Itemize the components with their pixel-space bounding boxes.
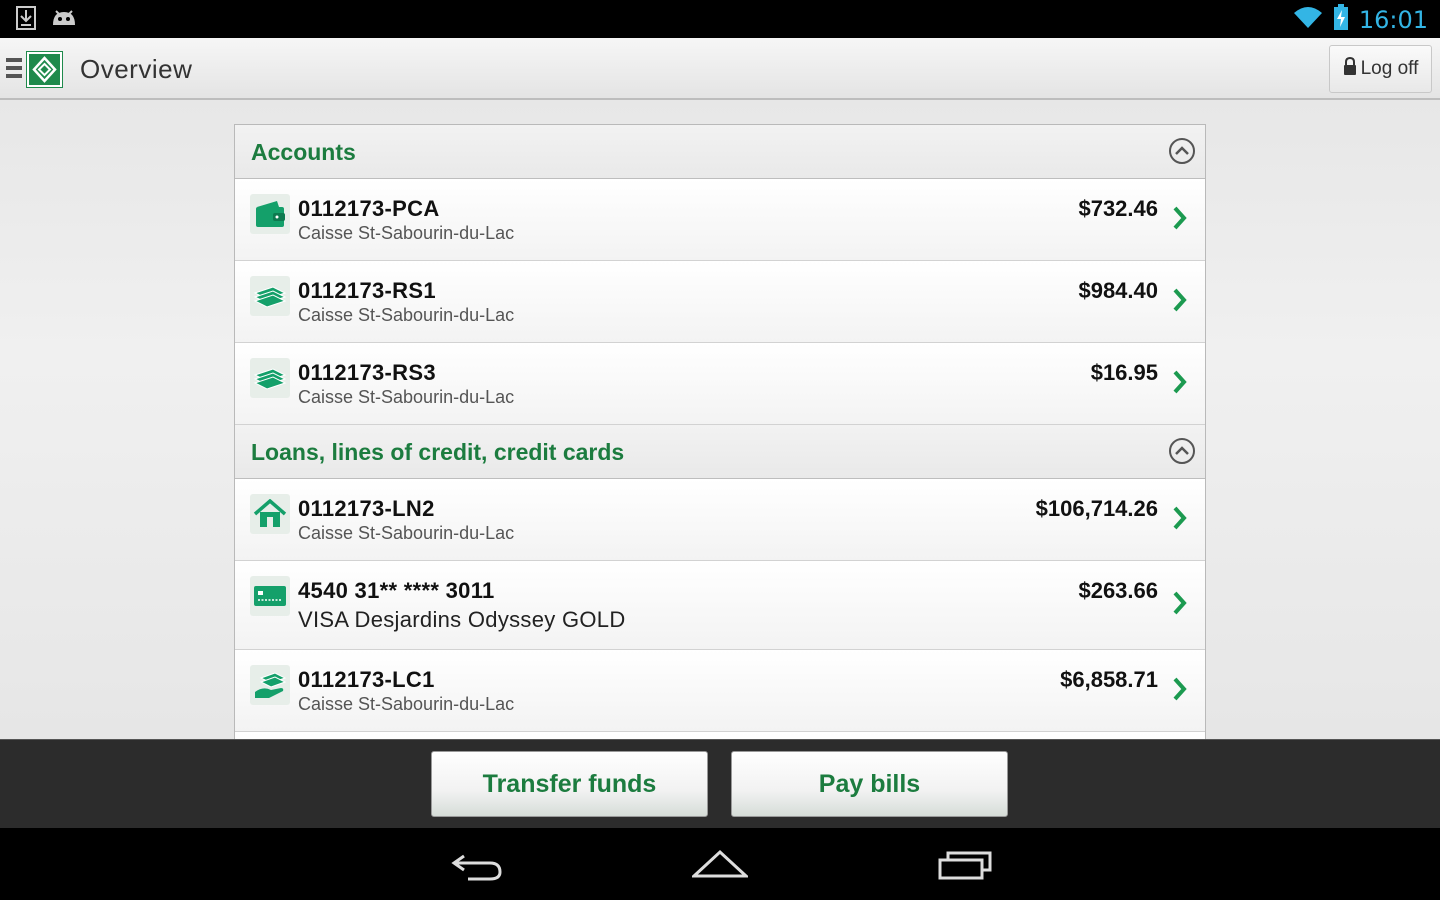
back-icon[interactable] xyxy=(450,848,504,887)
account-number: 0112173-LC1 xyxy=(298,667,435,692)
transfer-funds-button[interactable]: Transfer funds xyxy=(431,751,708,817)
bottom-action-bar: Transfer funds Pay bills xyxy=(0,739,1440,828)
account-row[interactable]: 0112173-RS1 Caisse St-Sabourin-du-Lac $9… xyxy=(235,261,1205,343)
chevron-right-icon xyxy=(1171,589,1189,617)
recent-apps-icon[interactable] xyxy=(938,848,992,887)
chevron-right-icon xyxy=(1171,286,1189,314)
accounts-panel: Accounts 0112173-PCA Caisse St-Sabourin-… xyxy=(234,124,1206,739)
account-number: 0112173-RS3 xyxy=(298,360,436,385)
logoff-button[interactable]: Log off xyxy=(1329,45,1432,93)
status-bar: 16:01 xyxy=(0,0,1440,38)
account-row[interactable]: 0112173-PCA Caisse St-Sabourin-du-Lac $7… xyxy=(235,179,1205,261)
chevron-right-icon xyxy=(1171,504,1189,532)
credit-card-icon xyxy=(250,576,290,616)
chevron-right-icon xyxy=(1171,368,1189,396)
action-bar: Overview Log off xyxy=(0,38,1440,100)
drawer-menu-icon[interactable] xyxy=(6,58,22,80)
hand-cash-icon xyxy=(250,665,290,705)
section-title: Loans, lines of credit, credit cards xyxy=(251,439,625,465)
cash-stack-icon xyxy=(250,358,290,398)
logoff-label: Log off xyxy=(1360,58,1419,79)
collapse-icon[interactable] xyxy=(1169,438,1195,464)
home-icon[interactable] xyxy=(690,848,750,887)
institution-name: Caisse St-Sabourin-du-Lac xyxy=(298,305,515,325)
account-number: 4540 31** **** 3011 xyxy=(298,578,495,603)
clock: 16:01 xyxy=(1358,5,1428,34)
account-row-partial[interactable] xyxy=(235,732,1205,739)
page-title: Overview xyxy=(80,54,193,84)
account-balance: $263.66 xyxy=(1078,578,1158,603)
account-row[interactable]: 0112173-RS3 Caisse St-Sabourin-du-Lac $1… xyxy=(235,343,1205,425)
android-notification-icon xyxy=(50,7,78,34)
wallet-icon xyxy=(250,194,290,234)
institution-name: Caisse St-Sabourin-du-Lac xyxy=(298,223,515,243)
section-title: Accounts xyxy=(251,139,356,165)
account-row[interactable]: 0112173-LC1 Caisse St-Sabourin-du-Lac $6… xyxy=(235,650,1205,732)
account-balance: $732.46 xyxy=(1078,196,1158,221)
section-header-accounts[interactable]: Accounts xyxy=(235,125,1205,179)
account-number: 0112173-RS1 xyxy=(298,278,436,303)
institution-name: Caisse St-Sabourin-du-Lac xyxy=(298,694,515,714)
wifi-icon xyxy=(1293,5,1323,34)
lock-icon xyxy=(1343,56,1357,81)
account-number: 0112173-LN2 xyxy=(298,496,435,521)
card-name: VISA Desjardins Odyssey GOLD xyxy=(298,607,626,632)
account-balance: $984.40 xyxy=(1078,278,1158,303)
battery-icon xyxy=(1333,4,1349,35)
cash-stack-icon xyxy=(250,276,290,316)
house-icon xyxy=(250,494,290,534)
system-navigation-bar xyxy=(0,828,1440,900)
account-row[interactable]: 0112173-LN2 Caisse St-Sabourin-du-Lac $1… xyxy=(235,479,1205,561)
desjardins-logo[interactable] xyxy=(26,51,63,88)
account-balance: $106,714.26 xyxy=(1035,496,1158,521)
account-balance: $16.95 xyxy=(1090,360,1158,385)
main-content[interactable]: Accounts 0112173-PCA Caisse St-Sabourin-… xyxy=(0,100,1440,739)
pay-bills-button[interactable]: Pay bills xyxy=(731,751,1008,817)
account-number: 0112173-PCA xyxy=(298,196,440,221)
download-notification-icon xyxy=(16,6,36,35)
account-row[interactable]: 4540 31** **** 3011 VISA Desjardins Odys… xyxy=(235,561,1205,650)
collapse-icon[interactable] xyxy=(1169,138,1195,164)
institution-name: Caisse St-Sabourin-du-Lac xyxy=(298,387,515,407)
section-header-loans[interactable]: Loans, lines of credit, credit cards xyxy=(235,425,1205,479)
institution-name: Caisse St-Sabourin-du-Lac xyxy=(298,523,515,543)
chevron-right-icon xyxy=(1171,675,1189,703)
account-balance: $6,858.71 xyxy=(1060,667,1158,692)
chevron-right-icon xyxy=(1171,204,1189,232)
